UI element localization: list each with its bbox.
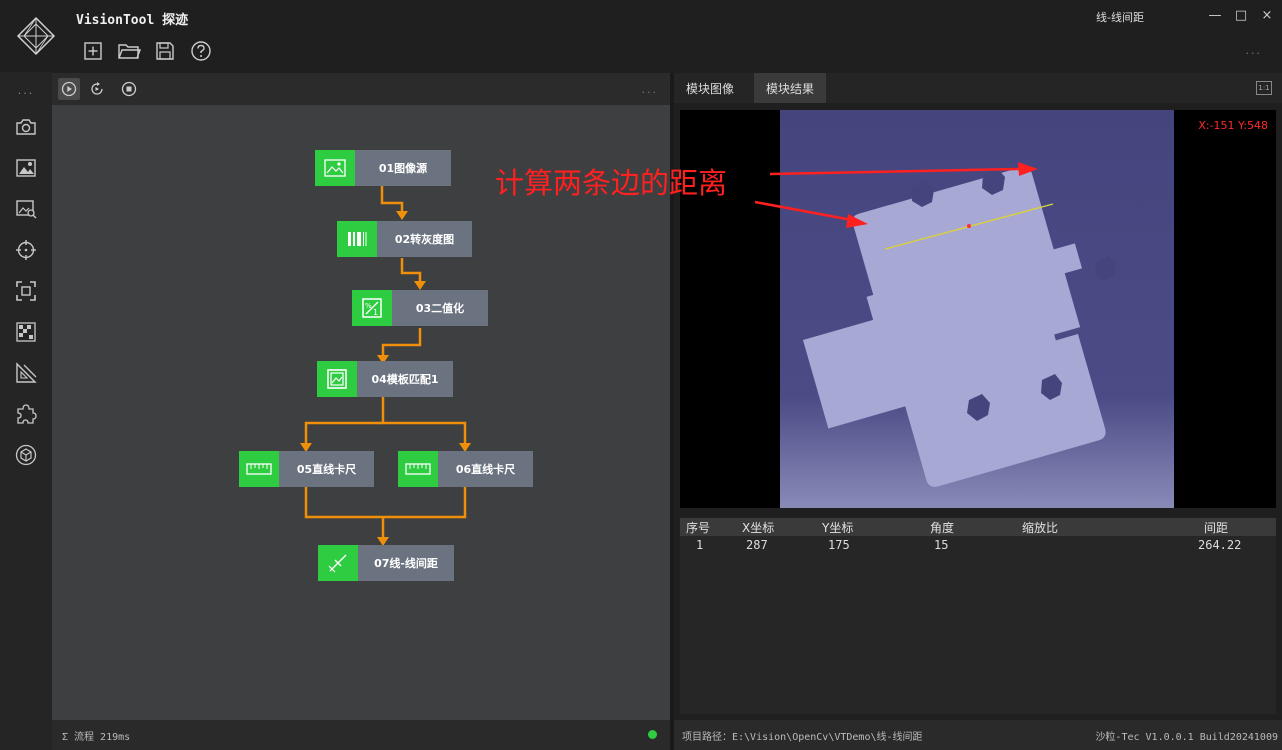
open-folder-icon [118,44,141,59]
node-label: 06直线卡尺 [438,451,533,487]
sidebar-more-button[interactable]: ... [0,84,52,106]
image-icon [16,158,36,177]
image-tabs: 模块图像 模块结果 1:1 [674,73,1282,103]
col-index: 序号 [686,520,711,535]
svg-text:1: 1 [373,308,378,317]
close-button[interactable]: × [1260,8,1274,23]
flow-node-image-source[interactable]: 01图像源 [315,150,451,186]
node-label: 05直线卡尺 [279,451,374,487]
sidebar-item-image-search[interactable] [0,188,52,229]
stop-icon [121,81,137,97]
run-once-icon [61,81,77,97]
cube-icon [15,444,37,465]
sidebar-item-measure[interactable] [0,352,52,393]
line-distance-icon [328,554,347,573]
run-once-button[interactable] [58,78,80,100]
flow-node-template-match[interactable]: 04模板匹配1 [317,361,453,397]
tool-sidebar: ... [0,72,52,750]
ruler-icon [405,463,431,475]
title-bar: VisionTool 探迹 线-线间距 — □ × ... [0,0,1282,72]
sidebar-item-image[interactable] [0,147,52,188]
sidebar-item-focus[interactable] [0,270,52,311]
run-loop-icon [91,82,103,95]
cell-index: 1 [696,538,704,552]
save-button[interactable] [152,38,178,64]
node-label: 03二值化 [392,290,488,326]
cell-y: 175 [828,538,850,552]
image-viewer[interactable]: X:-151 Y:548 [680,110,1276,508]
sidebar-item-crosshair[interactable] [0,229,52,270]
minimize-button[interactable]: — [1208,8,1222,23]
window-title: 线-线间距 [1096,11,1144,24]
image-icon [324,159,346,177]
table-row[interactable]: 1 287 175 15 264.22 [680,536,1276,554]
sidebar-item-3d[interactable] [0,434,52,475]
col-angle: 角度 [930,520,955,535]
binarize-icon: %1 [362,298,382,318]
tab-module-result[interactable]: 模块结果 [754,73,827,103]
puzzle-icon [17,403,37,424]
crosshair-icon [16,239,36,260]
flow-status-bar: Σ 流程 219ms [52,720,670,750]
col-scale: 缩放比 [1022,520,1059,535]
run-loop-button[interactable] [86,78,108,100]
barcode-icon [348,232,367,246]
title-more-button[interactable]: ... [1246,44,1263,57]
results-header: 序号 X坐标 Y坐标 角度 缩放比 间距 [680,518,1276,536]
node-label: 07线-线间距 [358,545,454,581]
col-x: X坐标 [742,520,775,535]
open-folder-button[interactable] [116,38,142,64]
help-button[interactable] [188,38,214,64]
cell-angle: 15 [934,538,949,552]
project-status-bar: 项目路径：E:\Vision\OpenCv\VTDemo\线-线间距 沙粒-Te… [674,720,1282,750]
flow-node-binarize[interactable]: % 1 03二值化 [352,290,488,326]
flow-more-button[interactable]: ... [642,83,659,96]
stop-button[interactable] [118,78,140,100]
cursor-coordinate: X:-151 Y:548 [1198,119,1268,132]
col-y: Y坐标 [822,520,854,535]
node-label: 02转灰度图 [377,221,472,257]
project-path: 项目路径：E:\Vision\OpenCv\VTDemo\线-线间距 [682,732,923,743]
camera-icon [16,118,36,135]
sidebar-item-pattern[interactable] [0,311,52,352]
main-toolbar [80,38,214,64]
flow-node-line-caliper-1[interactable]: 05直线卡尺 [239,451,374,487]
maximize-button[interactable]: □ [1234,8,1248,23]
flow-node-line-distance[interactable]: 07线-线间距 [318,545,454,581]
help-icon [191,41,211,61]
cell-distance: 264.22 [1198,538,1242,552]
ruler-icon [16,361,37,383]
version-info: 沙粒-Tec V1.0.0.1 Build20241009 [1095,732,1278,743]
window-controls: — □ × [1208,8,1274,23]
flow-node-grayscale[interactable]: 02转灰度图 [337,221,472,257]
pattern-icon [16,321,36,342]
run-status-indicator [648,730,657,739]
app-title: VisionTool 探迹 [76,13,189,28]
fit-to-original-button[interactable]: 1:1 [1256,81,1272,95]
image-search-icon [16,199,37,218]
results-table: 序号 X坐标 Y坐标 角度 缩放比 间距 1 287 175 15 264.22 [680,518,1276,714]
node-label: 01图像源 [355,150,451,186]
focus-frame-icon [16,280,36,301]
flow-time-text: Σ 流程 219ms [62,732,131,743]
new-file-icon [84,42,102,60]
tab-module-image[interactable]: 模块图像 [674,73,746,103]
ruler-icon [246,463,272,475]
save-icon [156,42,174,60]
flow-toolbar: ... [52,73,670,105]
annotation-text: 计算两条边的距离 [495,166,728,200]
template-icon [327,369,347,389]
col-distance: 间距 [1204,520,1229,535]
sidebar-item-camera[interactable] [0,106,52,147]
svg-text:%: % [365,302,372,310]
flow-node-line-caliper-2[interactable]: 06直线卡尺 [398,451,533,487]
new-file-button[interactable] [80,38,106,64]
cell-x: 287 [746,538,768,552]
result-image [754,110,1174,508]
app-logo-icon [16,16,56,56]
node-label: 04模板匹配1 [357,361,453,397]
sidebar-item-plugin[interactable] [0,393,52,434]
